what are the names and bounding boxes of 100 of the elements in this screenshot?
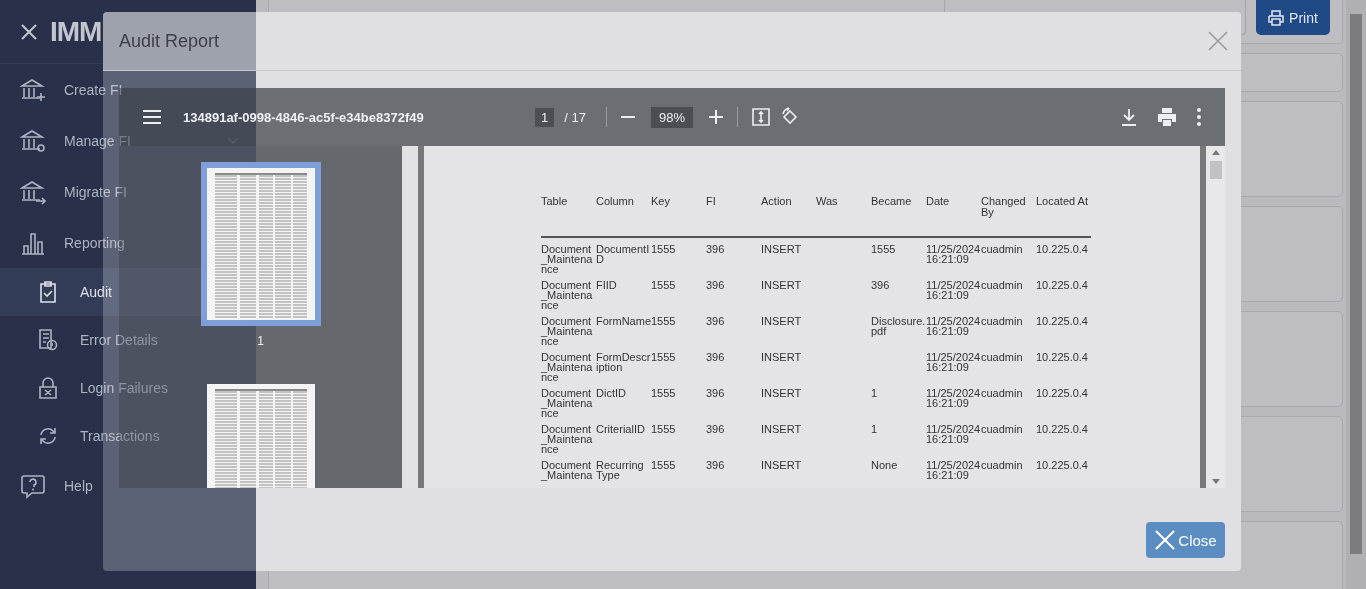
table-cell-text: INSERT	[761, 350, 803, 365]
table-cell-text: 11/25/2024 16:21:09	[926, 350, 981, 375]
table-cell: cuadmin	[981, 454, 1036, 488]
table-cell-text: 396	[706, 314, 726, 329]
plus-icon[interactable]	[708, 110, 723, 124]
column-header: Located At	[1036, 196, 1091, 237]
table-cell-text: 396	[706, 350, 726, 365]
table-cell: Document_Maintenance	[541, 274, 596, 310]
page-number-field[interactable]: 1	[535, 107, 555, 127]
table-cell-text: 396	[706, 422, 726, 437]
table-cell: 396	[871, 274, 926, 310]
table-cell: 11/25/2024 16:21:09	[926, 237, 981, 274]
table-cell-text: 10.225.0.4	[1036, 350, 1089, 365]
scrollbar-thumb[interactable]	[1209, 161, 1222, 179]
table-cell: 1555	[651, 237, 706, 274]
menu-icon[interactable]	[143, 110, 161, 124]
table-cell-text: 396	[706, 458, 726, 473]
table-cell: cuadmin	[981, 382, 1036, 418]
table-cell-text: 10.225.0.4	[1036, 278, 1089, 293]
table-cell: 1555	[651, 274, 706, 310]
printer-icon[interactable]	[1157, 108, 1177, 126]
scroll-down-icon	[1211, 479, 1220, 484]
table-cell-text: 10.225.0.4	[1036, 386, 1089, 401]
table-cell-text: 396	[706, 386, 726, 401]
table-cell: DocumentID	[596, 237, 651, 274]
scrollbar[interactable]	[1346, 0, 1366, 589]
table-cell: DictID	[596, 382, 651, 418]
table-cell: Document_Maintenance	[541, 346, 596, 382]
table-cell-text: 396	[706, 278, 726, 293]
table-cell: 1	[871, 382, 926, 418]
table-cell: Document_Maintenance	[541, 418, 596, 454]
table-cell-text: FormName	[596, 314, 651, 329]
column-header: Was	[816, 196, 871, 237]
table-cell-text: 11/25/2024 16:21:09	[926, 422, 981, 447]
table-cell: 1555	[871, 237, 926, 274]
scroll-up-icon	[1211, 150, 1220, 155]
zoom-field[interactable]: 98%	[650, 106, 693, 128]
page-number: 1	[257, 334, 264, 348]
table-cell: cuadmin	[981, 274, 1036, 310]
column-header: Changed By	[981, 196, 1036, 237]
bank-icon	[20, 178, 46, 205]
lock-icon	[38, 377, 58, 399]
close-icon	[1154, 529, 1177, 551]
logo-text: IMM	[50, 15, 102, 48]
table-cell: Document_Maintena	[541, 454, 596, 488]
table-cell: 1555	[651, 346, 706, 382]
sidebar-item[interactable]: Login Failures	[0, 364, 256, 412]
table-cell: cuadmin	[981, 310, 1036, 346]
table-cell-text: 11/25/2024 16:21:09	[926, 386, 981, 411]
table-cell-text: FormDescription	[596, 350, 651, 375]
column-header: Key	[651, 196, 706, 237]
sidebar-item[interactable]: Error Details	[0, 316, 256, 364]
download-icon[interactable]	[1121, 108, 1137, 126]
table-cell: 1555	[651, 310, 706, 346]
scrollbar-thumb[interactable]	[1350, 14, 1362, 554]
table-cell: Recurring Type	[596, 454, 651, 488]
table-cell-text: INSERT	[761, 386, 803, 401]
table-cell-text: INSERT	[761, 422, 803, 437]
table-cell-text: 11/25/2024 16:21:09	[926, 278, 981, 303]
table-cell: 1555	[651, 454, 706, 488]
rotate-icon[interactable]	[779, 107, 800, 127]
table-cell: INSERT	[761, 237, 816, 274]
table-cell: Document_Maintenance	[541, 310, 596, 346]
table-cell: FIID	[596, 274, 651, 310]
table-cell-text: 10.225.0.4	[1036, 422, 1089, 437]
table-cell-text: INSERT	[761, 314, 803, 329]
page-thumbnail[interactable]	[200, 162, 321, 326]
close-icon[interactable]	[20, 22, 38, 41]
fit-page-icon[interactable]	[751, 108, 770, 126]
table-cell: 1	[871, 418, 926, 454]
page-count: / 17	[564, 109, 586, 125]
table-cell: 1555	[651, 382, 706, 418]
column-header: Date	[926, 196, 981, 237]
sidebar-item[interactable]: Migrate FI	[0, 166, 256, 217]
column-header: Table	[541, 196, 596, 237]
refresh-icon	[38, 425, 58, 447]
column-header: FI	[706, 196, 761, 237]
dialog-title: Audit Report	[119, 30, 220, 52]
sidebar-item[interactable]: Reporting	[0, 217, 256, 268]
table-cell-text: Disclosure.pdf	[871, 314, 926, 339]
table-cell-text: 11/25/2024 16:21:09	[926, 458, 981, 483]
scrollbar[interactable]	[1206, 146, 1225, 488]
clipboard-icon	[38, 281, 58, 303]
table-cell-text: 10.225.0.4	[1036, 314, 1089, 329]
table-cell-text: 10.225.0.4	[1036, 458, 1089, 473]
table-cell-text: INSERT	[761, 278, 803, 293]
column-header: Became	[871, 196, 926, 237]
print-button[interactable]: Print	[1256, 0, 1330, 35]
file-name: 134891af-0998-4846-ac5f-e34be8372f49	[183, 109, 424, 125]
table-cell: 396	[706, 237, 761, 274]
sidebar-item[interactable]: Help	[0, 460, 256, 511]
printer-icon	[1268, 9, 1285, 26]
table-cell: None	[871, 454, 926, 488]
bank-icon	[20, 127, 46, 154]
close-button[interactable]: Close	[1146, 522, 1225, 558]
table-cell: Document_Maintenance	[541, 237, 596, 274]
column-header: Action	[761, 196, 816, 237]
more-icon[interactable]	[1197, 108, 1201, 126]
column-header: Column	[596, 196, 651, 237]
table-cell: cuadmin	[981, 346, 1036, 382]
